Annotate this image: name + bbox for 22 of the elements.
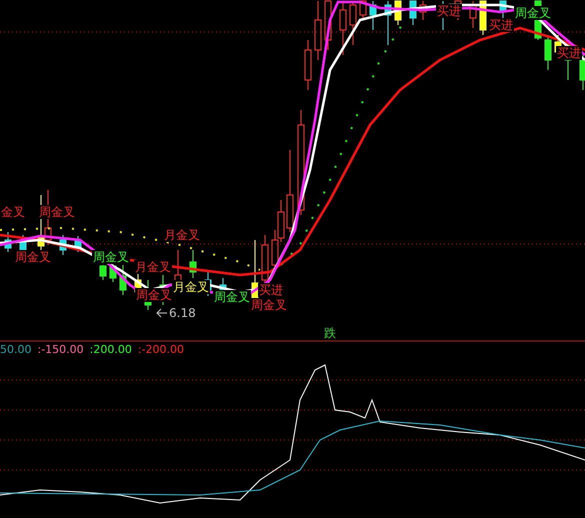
left-arrow-icon: [156, 308, 168, 318]
signal-label: 买进: [556, 46, 582, 60]
signal-label: 金叉: [0, 205, 26, 219]
signal-label: 月金叉: [134, 260, 172, 274]
indicator-value: 50.00: [0, 343, 32, 357]
signal-label: 买进: [436, 4, 462, 18]
signal-label: 周金叉: [514, 6, 552, 20]
signal-label: 买进: [488, 18, 514, 32]
indicator-value: :200.00: [90, 343, 132, 357]
indicator-value: :-200.00: [138, 343, 184, 357]
signal-label: 周金叉: [92, 250, 130, 264]
signal-label: 月金叉: [163, 228, 201, 242]
signal-label: 买进: [258, 283, 284, 297]
signal-label: 跌: [324, 326, 336, 340]
signal-label: 周金叉: [250, 298, 288, 312]
price-label: 6.18: [169, 306, 196, 320]
signal-label: 周金叉: [14, 250, 52, 264]
signal-label: 周金叉: [213, 290, 251, 304]
signal-label: 周金叉: [135, 288, 173, 302]
signal-label: 周金叉: [38, 205, 76, 219]
indicator-value: :-150.00: [38, 343, 84, 357]
signal-label: 月金叉: [172, 280, 210, 294]
